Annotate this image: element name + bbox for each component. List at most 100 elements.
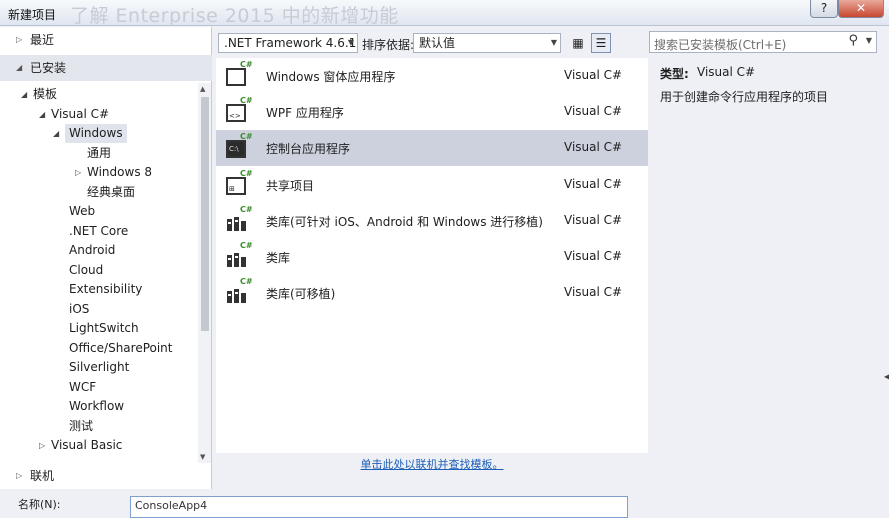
chevron-down-icon[interactable]: ▼ bbox=[866, 36, 872, 45]
tree-item[interactable]: 通用 bbox=[87, 144, 111, 163]
detail-type-value: Visual C# bbox=[697, 65, 756, 79]
section-online-label: 联机 bbox=[30, 469, 55, 483]
background-ghost-title: 了解 Enterprise 2015 中的新增功能 bbox=[70, 5, 399, 27]
template-row[interactable]: C# 类库 Visual C# bbox=[216, 239, 648, 275]
tree-item[interactable]: Cloud bbox=[69, 261, 103, 280]
grid-icon: ▦ bbox=[572, 36, 584, 50]
search-box[interactable]: 搜索已安装模板(Ctrl+E) ⚲ ▼ bbox=[649, 31, 877, 53]
collapse-arrow-icon[interactable]: ◢ bbox=[39, 105, 45, 124]
portable-class-library-icon: C# bbox=[226, 277, 253, 304]
icon-glyph: C:\ bbox=[229, 145, 239, 154]
collapse-arrow-icon[interactable]: ◢ bbox=[21, 85, 27, 104]
tree-item[interactable]: Extensibility bbox=[69, 280, 142, 299]
template-row[interactable]: C# 类库(可移植) Visual C# bbox=[216, 275, 648, 311]
section-recent-label: 最近 bbox=[30, 33, 55, 47]
tree-item[interactable]: Silverlight bbox=[69, 358, 129, 377]
sort-label: 排序依据: bbox=[362, 38, 415, 52]
tree-item[interactable]: Workflow bbox=[69, 397, 124, 416]
tree-item-label: Workflow bbox=[69, 399, 125, 413]
template-name: 共享项目 bbox=[266, 178, 315, 193]
tree-item-label: Windows 8 bbox=[87, 165, 153, 179]
csharp-badge: C# bbox=[240, 204, 253, 214]
csharp-badge: C# bbox=[240, 168, 253, 178]
tree-item[interactable]: 经典桌面 bbox=[87, 183, 135, 202]
shared-project-icon: ⊞ C# bbox=[226, 169, 253, 195]
collapse-arrow-icon: ◢ bbox=[16, 63, 23, 72]
template-name: Windows 窗体应用程序 bbox=[266, 70, 396, 84]
template-row[interactable]: C# Windows 窗体应用程序 Visual C# bbox=[216, 58, 648, 94]
section-installed[interactable]: ◢ 已安装 bbox=[0, 55, 212, 81]
tree-item[interactable]: WCF bbox=[69, 378, 96, 397]
tree-item-label: 经典桌面 bbox=[87, 184, 136, 199]
template-language: Visual C# bbox=[564, 249, 623, 263]
tree-scrollbar[interactable]: ▲ ▼ bbox=[198, 83, 211, 463]
template-toolbar: .NET Framework 4.6.1 ▼ 排序依据: 默认值 ▼ ▦ ☰ bbox=[216, 31, 646, 55]
detail-description: 用于创建命令行应用程序的项目 bbox=[660, 90, 829, 104]
template-language: Visual C# bbox=[564, 140, 623, 155]
expand-arrow-icon[interactable]: ▷ bbox=[75, 163, 81, 182]
tree-item-label: .NET Core bbox=[69, 223, 129, 238]
template-name: 类库(可移植) bbox=[266, 287, 336, 302]
search-input[interactable]: 搜索已安装模板(Ctrl+E) bbox=[654, 36, 786, 53]
search-icon[interactable]: ⚲ bbox=[848, 33, 858, 48]
scroll-down-icon[interactable]: ▼ bbox=[200, 453, 205, 461]
tree-item[interactable]: Web bbox=[69, 202, 95, 221]
name-label: 名称(N): bbox=[18, 498, 61, 511]
section-online[interactable]: ▷ 联机 bbox=[0, 463, 212, 489]
collapse-arrow-icon[interactable]: ◢ bbox=[53, 124, 59, 143]
template-name: WPF 应用程序 bbox=[266, 106, 344, 121]
list-view-button[interactable]: ☰ bbox=[591, 33, 611, 53]
tree-item[interactable]: 测试 bbox=[69, 417, 93, 436]
csharp-badge: C# bbox=[240, 60, 253, 69]
tree-item-label: Visual Basic bbox=[51, 438, 123, 452]
tree-item-label: Visual C# bbox=[51, 106, 110, 121]
tree-item-label: Windows bbox=[69, 126, 123, 140]
chevron-down-icon: ▼ bbox=[550, 38, 557, 47]
small-icons-view-button[interactable]: ▦ bbox=[568, 33, 588, 53]
tree-item[interactable]: Office/SharePoint bbox=[69, 339, 173, 358]
template-list: C# Windows 窗体应用程序 Visual C# <> C# WPF 应用程序 Vis… bbox=[216, 58, 648, 453]
expand-arrow-icon: ▷ bbox=[16, 35, 23, 44]
list-icon: ☰ bbox=[595, 36, 607, 50]
csharp-badge: C# bbox=[240, 277, 253, 287]
template-language: Visual C# bbox=[564, 104, 623, 119]
tree-item[interactable]: .NET Core bbox=[69, 222, 128, 241]
name-input[interactable]: ConsoleApp4 bbox=[130, 496, 628, 518]
resize-arrow-icon: ◀ bbox=[884, 372, 889, 381]
tree-item[interactable]: LightSwitch bbox=[69, 319, 139, 338]
tree-item[interactable]: ▷ Windows 8 bbox=[75, 163, 153, 182]
close-button[interactable]: ✕ bbox=[838, 0, 884, 18]
template-row[interactable]: C:\ C# 控制台应用程序 Visual C# bbox=[216, 130, 648, 167]
expand-arrow-icon: ▷ bbox=[16, 471, 23, 480]
scroll-thumb[interactable] bbox=[201, 97, 209, 331]
template-row[interactable]: ⊞ C# 共享项目 Visual C# bbox=[216, 167, 648, 203]
tree-item-label: 测试 bbox=[69, 418, 94, 433]
template-row[interactable]: <> C# WPF 应用程序 Visual C# bbox=[216, 94, 648, 130]
section-recent[interactable]: ▷ 最近 bbox=[0, 27, 212, 53]
framework-select[interactable]: .NET Framework 4.6.1 ▼ bbox=[218, 33, 358, 53]
tree-item-label: Android bbox=[69, 243, 116, 257]
online-templates-link[interactable]: 单击此处以联机并查找模板。 bbox=[216, 456, 648, 472]
tree-item-label: 模板 bbox=[33, 87, 58, 101]
template-language: Visual C# bbox=[564, 212, 623, 227]
tree-item[interactable]: iOS bbox=[69, 300, 89, 319]
tree-item[interactable]: ▷ Visual Basic bbox=[39, 436, 123, 455]
sort-select[interactable]: 默认值 ▼ bbox=[413, 33, 561, 53]
scroll-up-icon[interactable]: ▲ bbox=[200, 85, 205, 93]
template-row[interactable]: C# 类库(可针对 iOS、Android 和 Windows 进行移植) Visu… bbox=[216, 203, 648, 239]
help-button[interactable]: ? bbox=[810, 0, 838, 18]
tree-item-label: LightSwitch bbox=[69, 321, 139, 335]
tree-item-label: Cloud bbox=[69, 262, 104, 277]
tree-item[interactable]: ◢ 模板 bbox=[21, 85, 58, 104]
chevron-down-icon: ▼ bbox=[347, 38, 354, 47]
portable-library-icon: C# bbox=[226, 205, 253, 231]
template-name: 类库(可针对 iOS、Android 和 Windows 进行移植) bbox=[266, 214, 543, 229]
console-icon: C:\ C# bbox=[226, 132, 253, 159]
tree-item[interactable]: ◢ Visual C# bbox=[39, 105, 110, 124]
csharp-badge: C# bbox=[240, 241, 253, 250]
expand-arrow-icon[interactable]: ▷ bbox=[39, 436, 45, 455]
sort-select-value: 默认值 bbox=[419, 36, 456, 50]
detail-type-label: 类型: bbox=[660, 67, 689, 81]
tree-item[interactable]: Android bbox=[69, 241, 115, 260]
tree-item[interactable]: ◢ Windows bbox=[53, 124, 127, 143]
